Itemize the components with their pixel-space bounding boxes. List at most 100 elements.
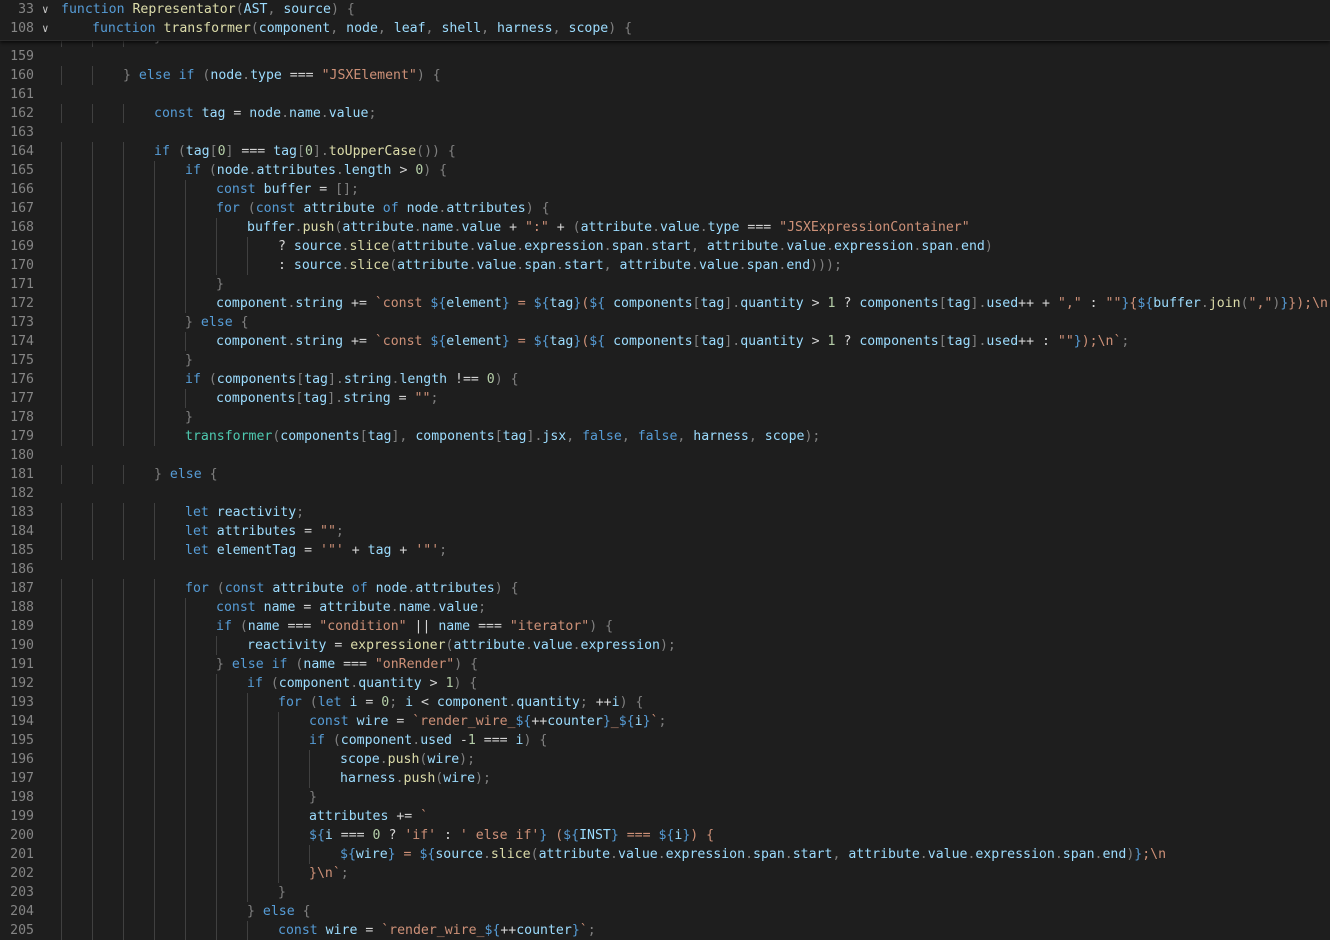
indent-guide bbox=[61, 275, 62, 294]
indent-guide bbox=[247, 864, 248, 883]
code-token: ); bbox=[804, 429, 821, 444]
code-token: components bbox=[216, 372, 297, 387]
indent-guide bbox=[278, 845, 279, 864]
line-number: 171 bbox=[10, 277, 34, 292]
code-token: , bbox=[377, 21, 394, 36]
line-number: 188 bbox=[10, 600, 34, 615]
code-token: node bbox=[249, 106, 282, 121]
code-token: ) { bbox=[589, 619, 614, 634]
line-number: 176 bbox=[10, 372, 34, 387]
indent-guide bbox=[154, 807, 155, 826]
line-number: 168 bbox=[10, 220, 34, 235]
indent-guide bbox=[92, 636, 93, 655]
code-token: slice bbox=[349, 239, 390, 254]
code-token: value bbox=[438, 600, 479, 615]
code-token: AST bbox=[243, 2, 268, 17]
indent-guide bbox=[61, 636, 62, 655]
code-token: ; bbox=[587, 923, 596, 938]
fold-chevron-icon[interactable]: ∨ bbox=[42, 19, 54, 38]
line-number: 185 bbox=[10, 543, 34, 558]
code-token: ( bbox=[250, 21, 259, 36]
indent-guide bbox=[154, 636, 155, 655]
code-token: . bbox=[395, 771, 404, 786]
indent-guide bbox=[185, 598, 186, 617]
code-token: if bbox=[154, 144, 178, 159]
code-token: node bbox=[375, 581, 408, 596]
indent-guide bbox=[278, 826, 279, 845]
code-token: ":" bbox=[524, 220, 549, 235]
code-token: ]. bbox=[327, 372, 344, 387]
code-token: value bbox=[786, 239, 827, 254]
code-token: attributes bbox=[256, 163, 336, 178]
line-number: 186 bbox=[10, 562, 34, 577]
code-token: name bbox=[289, 106, 321, 121]
code-token: ]. bbox=[327, 391, 344, 406]
code-token: ) { bbox=[453, 676, 478, 691]
code-token: , bbox=[691, 239, 707, 254]
line-number: 191 bbox=[10, 657, 34, 672]
code-editor[interactable]: 158}159160} else if (node.type === "JSXE… bbox=[0, 40, 1330, 940]
code-token: = bbox=[395, 847, 420, 862]
code-text: function transformer(component, node, le… bbox=[92, 19, 632, 38]
indent-guide bbox=[278, 750, 279, 769]
line-number: 187 bbox=[10, 581, 34, 596]
code-text: if (components[tag].string.length !== 0)… bbox=[185, 370, 519, 389]
code-token: ${ bbox=[340, 847, 356, 862]
code-token: = bbox=[388, 714, 413, 729]
indent-guide bbox=[185, 731, 186, 750]
indent-guide bbox=[61, 902, 62, 921]
indent-guide bbox=[185, 389, 186, 408]
indent-guide bbox=[154, 845, 155, 864]
code-token: span bbox=[524, 258, 556, 273]
code-token: ; bbox=[430, 391, 439, 406]
sticky-scroll-header[interactable]: 33 ∨ function Representator(AST, source) {… bbox=[0, 0, 1330, 41]
code-token: _ bbox=[610, 714, 619, 729]
indent-guide bbox=[92, 750, 93, 769]
indent-guide bbox=[154, 180, 155, 199]
code-token: end bbox=[1102, 847, 1127, 862]
indent-guide bbox=[123, 921, 124, 940]
indent-guide bbox=[247, 750, 248, 769]
line-number: 165 bbox=[10, 163, 34, 178]
code-token: , bbox=[425, 21, 442, 36]
code-token: ]. bbox=[526, 429, 543, 444]
line-number: 177 bbox=[10, 391, 34, 406]
code-token: , bbox=[481, 21, 498, 36]
code-token: ) { bbox=[494, 372, 519, 387]
code-token: name bbox=[438, 619, 471, 634]
indent-guide bbox=[216, 674, 217, 693]
code-text: if (name === "condition" || name === "it… bbox=[216, 617, 613, 636]
indent-guide bbox=[61, 617, 62, 636]
indent-guide bbox=[92, 408, 93, 427]
code-text: ${wire} = ${source.slice(attribute.value… bbox=[340, 845, 1166, 864]
code-line[interactable]: 33 ∨ function Representator(AST, source) { bbox=[0, 0, 1330, 19]
indent-guide bbox=[123, 503, 124, 522]
code-token: toUpperCase bbox=[328, 144, 417, 159]
indent-guide bbox=[123, 427, 124, 446]
code-token: attributes bbox=[216, 524, 297, 539]
code-token: } bbox=[501, 296, 510, 311]
code-token: ? bbox=[278, 239, 294, 254]
code-text: const wire = `render_wire_${++counter}`; bbox=[278, 921, 596, 940]
indent-guide bbox=[154, 655, 155, 674]
code-token: . bbox=[691, 258, 699, 273]
indent-guide bbox=[154, 408, 155, 427]
code-token: quantity bbox=[358, 676, 422, 691]
indent-guide bbox=[154, 275, 155, 294]
indent-guide bbox=[123, 408, 124, 427]
indent-guide bbox=[154, 161, 155, 180]
code-token: const bbox=[224, 581, 273, 596]
code-line[interactable]: 108 ∨ function transformer(component, node… bbox=[0, 19, 1330, 38]
indent-guide bbox=[154, 541, 155, 560]
indent-guide bbox=[247, 693, 248, 712]
indent-guide bbox=[247, 845, 248, 864]
indent-guide bbox=[185, 275, 186, 294]
code-token: ; bbox=[579, 695, 596, 710]
indent-guide bbox=[216, 902, 217, 921]
code-token: } bbox=[642, 714, 651, 729]
code-token: tag bbox=[549, 334, 574, 349]
code-token: 1 bbox=[467, 733, 476, 748]
code-token: + bbox=[548, 220, 573, 235]
code-token: > bbox=[421, 676, 446, 691]
fold-chevron-icon[interactable]: ∨ bbox=[42, 0, 54, 19]
